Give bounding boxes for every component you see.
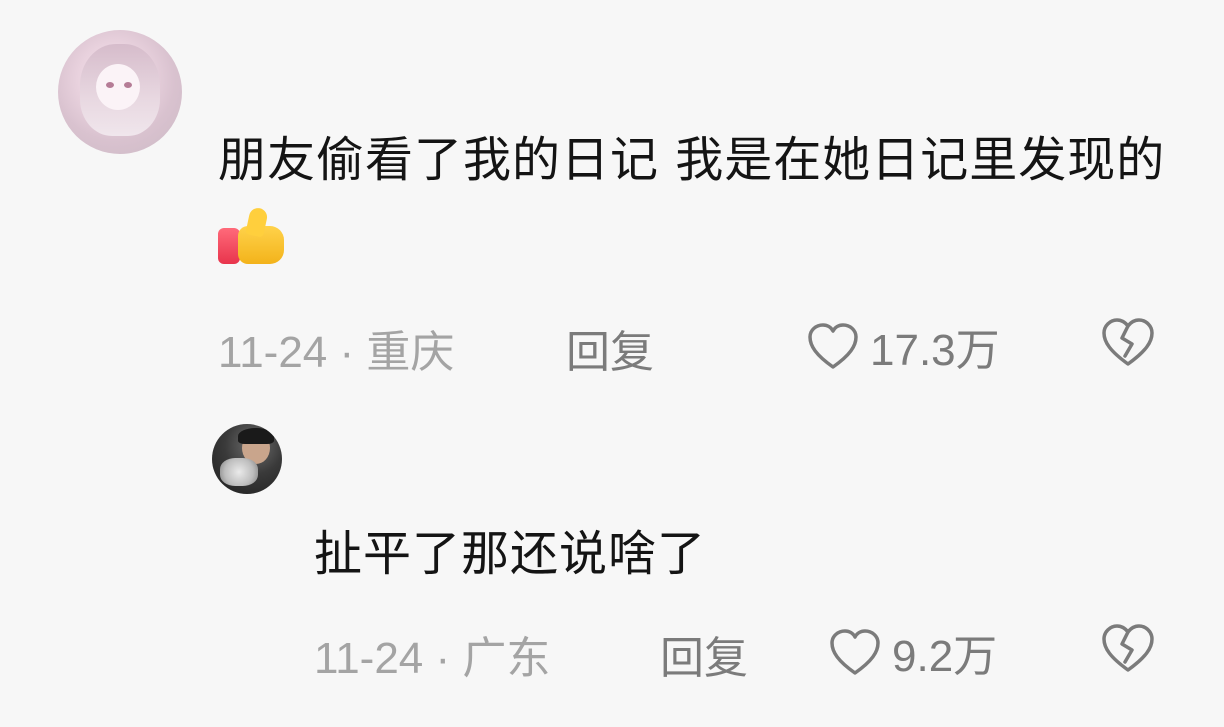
comment-date-location: 11-24 · 广东 <box>314 634 551 683</box>
reply-button[interactable]: 回复 <box>566 316 654 380</box>
avatar[interactable] <box>58 30 182 154</box>
broken-heart-icon <box>1102 624 1154 672</box>
like-count: 17.3万 <box>870 326 1000 375</box>
like-button[interactable]: 9.2万 <box>828 620 997 684</box>
thumbs-up-icon <box>218 206 288 264</box>
heart-outline-icon <box>828 627 882 677</box>
heart-outline-icon <box>806 321 860 371</box>
dislike-button[interactable] <box>1100 622 1156 674</box>
reply-button[interactable]: 回复 <box>660 622 748 686</box>
comment-date-location: 11-24 · 重庆 <box>218 328 455 377</box>
like-button[interactable]: 17.3万 <box>806 314 1000 378</box>
broken-heart-icon <box>1102 318 1154 366</box>
dislike-button[interactable] <box>1100 316 1156 368</box>
comment-text: 朋友偷看了我的日记 我是在她日记里发现的 <box>218 120 1178 280</box>
avatar[interactable] <box>212 424 282 494</box>
comment-text: 扯平了那还说啥了 <box>314 526 707 582</box>
like-count: 9.2万 <box>892 632 998 681</box>
